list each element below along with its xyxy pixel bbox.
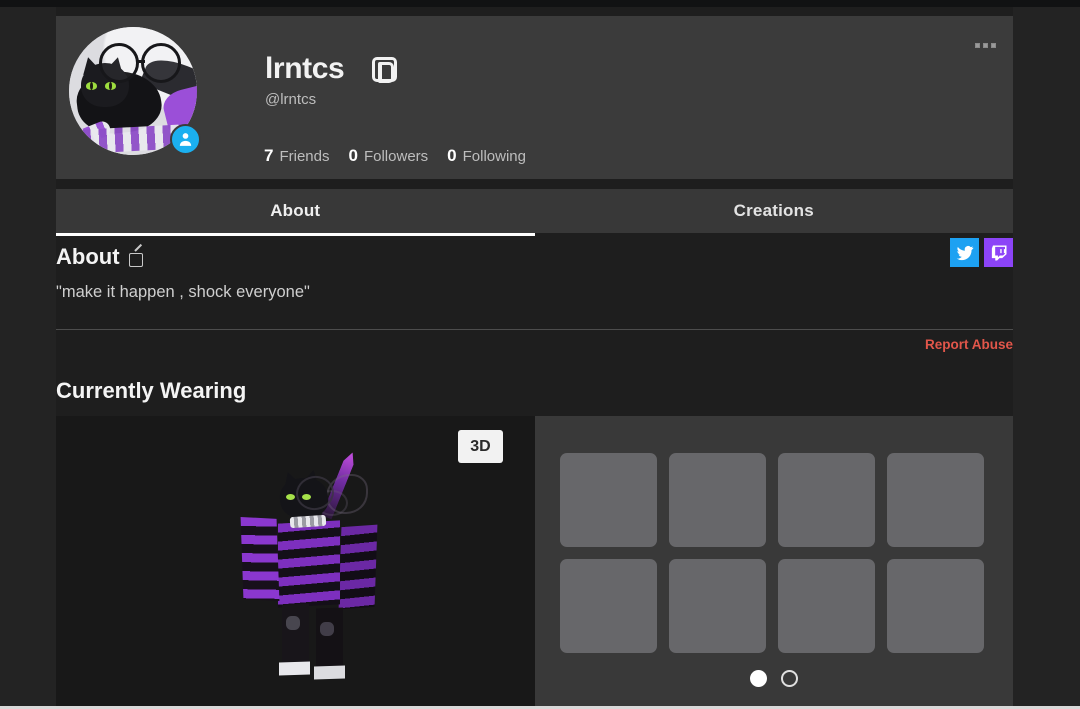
- about-heading: About: [56, 244, 144, 270]
- pagination-dot-2[interactable]: [781, 670, 798, 687]
- character-leg-left: [282, 603, 309, 671]
- website-presence-icon: [170, 124, 201, 155]
- pants-detail-right: [320, 622, 334, 636]
- ellipsis-dot-1: [975, 43, 980, 48]
- item-tile[interactable]: [669, 453, 766, 547]
- stat-friends-label: Friends: [279, 148, 330, 165]
- character-torso-shirt: [278, 520, 340, 608]
- item-tile[interactable]: [778, 559, 875, 653]
- currently-wearing-section: 3D: [56, 416, 1013, 709]
- stat-followers[interactable]: 0 Followers: [349, 146, 429, 166]
- tab-about-label: About: [270, 201, 321, 220]
- roblox-profile-page: lrntcs @lrntcs 7 Friends 0 Followers 0 F…: [0, 0, 1080, 709]
- item-tile[interactable]: [887, 453, 984, 547]
- item-tile[interactable]: [560, 453, 657, 547]
- item-tile[interactable]: [669, 559, 766, 653]
- wearing-items-panel: [535, 416, 1013, 709]
- glasses-bridge: [137, 60, 145, 63]
- tab-creations[interactable]: Creations: [535, 189, 1014, 233]
- section-divider: [56, 329, 1013, 330]
- ellipsis-icon[interactable]: [971, 39, 1000, 52]
- glasses-lens-left-icon: [99, 43, 139, 83]
- stat-following[interactable]: 0 Following: [447, 146, 526, 166]
- twitch-icon[interactable]: [984, 238, 1013, 267]
- stat-followers-label: Followers: [363, 148, 429, 165]
- character-shoe-left: [279, 661, 310, 676]
- stat-friends-count: 7: [264, 146, 274, 165]
- about-bio-text: "make it happen , shock everyone": [56, 283, 310, 301]
- currently-wearing-title: Currently Wearing: [56, 378, 247, 403]
- premium-icon: [372, 57, 397, 83]
- view-3d-button[interactable]: 3D: [458, 430, 503, 463]
- character-arm-left: [240, 516, 280, 602]
- character-eye-left: [286, 494, 295, 500]
- username: @lrntcs: [265, 91, 317, 108]
- character-leg-right: [316, 607, 343, 675]
- right-gutter: [1013, 7, 1080, 709]
- page-content: lrntcs @lrntcs 7 Friends 0 Followers 0 F…: [56, 7, 1013, 709]
- stat-followers-count: 0: [348, 146, 358, 165]
- profile-tabs: About Creations: [56, 189, 1014, 236]
- character-eye-right: [302, 494, 311, 500]
- tab-creations-label: Creations: [733, 201, 814, 220]
- about-title: About: [56, 244, 120, 269]
- avatar-character-render: [234, 456, 394, 686]
- twitter-icon[interactable]: [950, 238, 979, 267]
- character-shoe-right: [314, 665, 345, 680]
- item-tile[interactable]: [560, 559, 657, 653]
- pagination-dot-1[interactable]: [750, 670, 767, 687]
- stat-following-label: Following: [462, 148, 526, 165]
- profile-stats: 7 Friends 0 Followers 0 Following: [264, 146, 526, 166]
- social-links: [950, 238, 1013, 267]
- stat-friends[interactable]: 7 Friends: [264, 146, 330, 166]
- page-title: lrntcs: [265, 52, 345, 85]
- ellipsis-dot-2: [983, 43, 988, 48]
- avatar[interactable]: [69, 27, 201, 155]
- pants-detail-left: [286, 616, 300, 630]
- profile-header-card: lrntcs @lrntcs 7 Friends 0 Followers 0 F…: [56, 16, 1013, 179]
- report-abuse-link[interactable]: Report Abuse: [925, 337, 1013, 352]
- character-arm-right: [338, 524, 378, 610]
- stat-following-count: 0: [447, 146, 457, 165]
- avatar-3d-viewer[interactable]: 3D: [56, 416, 535, 709]
- left-gutter: [0, 7, 56, 709]
- tab-about[interactable]: About: [56, 189, 535, 236]
- top-strip: [0, 0, 1080, 7]
- glasses-lens-right-icon: [141, 43, 181, 83]
- item-tile[interactable]: [778, 453, 875, 547]
- carousel-pagination: [535, 670, 1013, 687]
- cat-eye-right: [105, 82, 116, 90]
- item-tile[interactable]: [887, 559, 984, 653]
- wearing-items-grid: [560, 453, 992, 653]
- ellipsis-dot-3: [991, 43, 996, 48]
- edit-pencil-icon[interactable]: [128, 251, 144, 267]
- cat-eye-left: [86, 82, 97, 90]
